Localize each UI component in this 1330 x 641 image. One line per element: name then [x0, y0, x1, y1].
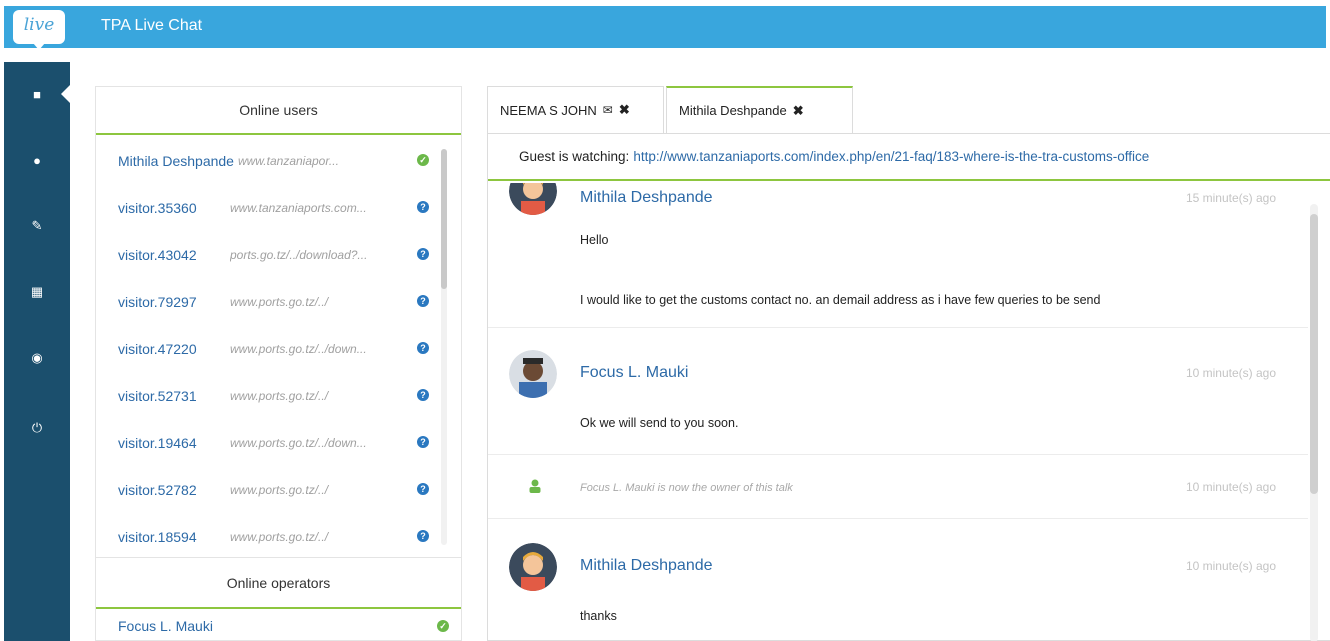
message-text: thanks [580, 609, 617, 623]
top-bar: live TPA Live Chat [0, 0, 1330, 54]
question-icon: ? [417, 295, 429, 307]
tab-label: NEEMA S JOHN [500, 102, 597, 118]
chat-message: Focus L. Mauki 10 minute(s) ago Ok we wi… [488, 328, 1308, 455]
user-url: www.tanzaniapor... [237, 153, 339, 168]
question-icon: ? [417, 201, 429, 213]
user-name[interactable]: visitor.18594 [118, 529, 226, 545]
qrcode-icon: ▦ [30, 284, 44, 299]
guest-watching-bar: Guest is watching: http://www.tanzaniapo… [488, 134, 1330, 181]
list-item[interactable]: visitor.47220 www.ports.go.tz/../down...… [96, 325, 441, 372]
message-author: Focus L. Mauki [580, 364, 689, 381]
sidebar-item-logout[interactable]: ⏻ [4, 408, 70, 448]
operator-item[interactable]: Focus L. Mauki ✓ [96, 611, 461, 641]
live-logo: live [13, 10, 65, 50]
list-item[interactable]: visitor.52782 www.ports.go.tz/../ ? [96, 466, 441, 513]
list-item[interactable]: visitor.52731 www.ports.go.tz/../ ? [96, 372, 441, 419]
user-url: www.ports.go.tz/../ [230, 294, 329, 309]
user-url: www.ports.go.tz/../ [230, 529, 329, 544]
user-name[interactable]: visitor.43042 [118, 247, 226, 263]
watch-label: Guest is watching: [519, 149, 630, 164]
message-list: Mithila Deshpande 15 minute(s) ago Hello… [488, 183, 1308, 641]
chat-icon: ■ [33, 86, 41, 102]
list-item[interactable]: visitor.43042 ports.go.tz/../download?..… [96, 231, 441, 278]
question-icon: ? [417, 436, 429, 448]
list-item[interactable]: visitor.19464 www.ports.go.tz/../down...… [96, 419, 441, 466]
mail-icon: ✉ [602, 103, 613, 117]
message-author: Mithila Deshpande [580, 557, 713, 574]
close-icon[interactable]: ✖ [619, 102, 630, 118]
chat-scrollbar-thumb[interactable] [1310, 214, 1318, 494]
map-marker-icon: ● [33, 152, 41, 168]
message-text: I would like to get the customs contact … [580, 293, 1101, 307]
user-url: ports.go.tz/../download?... [230, 247, 368, 262]
list-item[interactable]: visitor.35360 www.tanzaniaports.com... ? [96, 184, 441, 231]
question-icon: ? [417, 530, 429, 542]
close-icon[interactable]: ✖ [793, 103, 804, 119]
tab-label: Mithila Deshpande [679, 103, 787, 118]
chat-panel: NEEMA S JOHN ✉ ✖ Mithila Deshpande ✖ Gue… [487, 86, 1330, 641]
user-name[interactable]: visitor.52731 [118, 388, 226, 404]
message-time: 10 minute(s) ago [1185, 480, 1276, 494]
user-url: www.tanzaniaports.com... [230, 200, 367, 215]
chat-scrollbar[interactable] [1310, 204, 1318, 641]
wrench-icon: ✎ [31, 218, 43, 233]
users-scrollbar-thumb[interactable] [441, 149, 447, 289]
system-message: Focus L. Mauki is now the owner of this … [488, 455, 1308, 519]
message-time: 15 minute(s) ago [1185, 191, 1276, 205]
user-name[interactable]: visitor.52782 [118, 482, 226, 498]
online-users-panel: Online users Mithila Deshpande www.tanza… [95, 86, 462, 641]
list-item[interactable]: visitor.18594 www.ports.go.tz/../ ? [96, 513, 441, 557]
message-author: Mithila Deshpande [580, 189, 713, 206]
online-users-header: Online users [96, 87, 461, 135]
message-text: Ok we will send to you soon. [580, 416, 739, 430]
chat-message: Mithila Deshpande 10 minute(s) ago thank… [488, 519, 1308, 641]
watch-url-link[interactable]: http://www.tanzaniaports.com/index.php/e… [633, 149, 1149, 164]
users-scrollbar[interactable] [441, 149, 447, 545]
message-text: Hello [580, 233, 609, 247]
user-name[interactable]: visitor.47220 [118, 341, 226, 357]
live-chat-window: live TPA Live Chat ■ ● ✎ ▦ ◉ ⏻ Online us… [0, 0, 1330, 641]
sidebar-item-view[interactable]: ◉ [4, 338, 70, 378]
message-time: 10 minute(s) ago [1185, 366, 1276, 380]
user-url: www.ports.go.tz/../down... [230, 435, 367, 450]
user-name[interactable]: visitor.35360 [118, 200, 226, 216]
online-check-icon: ✓ [417, 154, 429, 166]
avatar [509, 543, 557, 591]
list-item[interactable]: Mithila Deshpande www.tanzaniapor... ✓ [96, 137, 441, 184]
user-url: www.ports.go.tz/../down... [230, 341, 367, 356]
sidebar-item-qrcode[interactable]: ▦ [4, 272, 70, 312]
user-url: www.ports.go.tz/../ [230, 388, 329, 403]
chat-message: Mithila Deshpande 15 minute(s) ago Hello… [488, 183, 1308, 328]
sidebar-item-location[interactable]: ● [4, 140, 70, 180]
message-time: 10 minute(s) ago [1185, 559, 1276, 573]
question-icon: ? [417, 342, 429, 354]
question-icon: ? [417, 248, 429, 260]
top-bar-inner: live TPA Live Chat [4, 6, 1326, 50]
question-icon: ? [417, 389, 429, 401]
tab-neema-s-john[interactable]: NEEMA S JOHN ✉ ✖ [487, 86, 664, 133]
sidebar-item-settings[interactable]: ✎ [4, 206, 70, 246]
power-icon: ⏻ [31, 420, 43, 435]
app-title: TPA Live Chat [101, 17, 203, 34]
avatar [509, 350, 557, 398]
online-check-icon: ✓ [437, 620, 449, 632]
tab-mithila-deshpande[interactable]: Mithila Deshpande ✖ [666, 86, 853, 133]
operator-name[interactable]: Focus L. Mauki [118, 618, 213, 634]
user-url: www.ports.go.tz/../ [230, 482, 329, 497]
list-item[interactable]: visitor.79297 www.ports.go.tz/../ ? [96, 278, 441, 325]
user-name[interactable]: visitor.19464 [118, 435, 226, 451]
sidebar: ■ ● ✎ ▦ ◉ ⏻ [4, 62, 71, 641]
user-name[interactable]: Mithila Deshpande [118, 153, 234, 169]
eye-icon: ◉ [31, 350, 43, 365]
avatar [509, 183, 557, 215]
sidebar-item-chat[interactable]: ■ [4, 74, 71, 114]
user-name[interactable]: visitor.79297 [118, 294, 226, 310]
chat-box: Guest is watching: http://www.tanzaniapo… [487, 133, 1330, 641]
system-message-text: Focus L. Mauki is now the owner of this … [580, 482, 793, 494]
chat-tabs: NEEMA S JOHN ✉ ✖ Mithila Deshpande ✖ [487, 86, 853, 133]
question-icon: ? [417, 483, 429, 495]
online-operators-header: Online operators [96, 557, 461, 609]
user-icon [528, 479, 542, 493]
online-users-list: Mithila Deshpande www.tanzaniapor... ✓ v… [96, 137, 441, 557]
